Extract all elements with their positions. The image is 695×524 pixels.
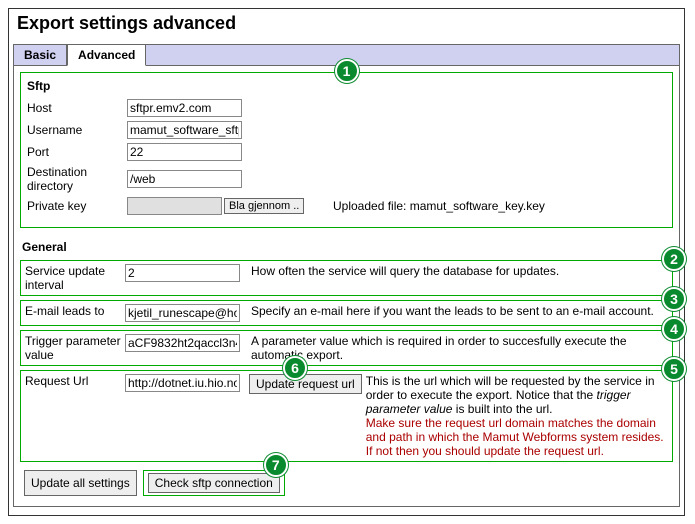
interval-row: Service update interval How often the se… — [20, 260, 673, 296]
leads-input[interactable] — [125, 304, 240, 322]
trigger-row: Trigger parameter value A parameter valu… — [20, 330, 673, 366]
tab-basic[interactable]: Basic — [13, 44, 67, 66]
leads-desc: Specify an e-mail here if you want the l… — [245, 304, 668, 322]
port-input[interactable] — [127, 143, 242, 161]
destination-label: Destination directory — [27, 165, 127, 193]
port-label: Port — [27, 145, 127, 159]
bottom-button-row: Update all settings Check sftp connectio… — [20, 466, 673, 500]
callout-6: 6 — [283, 356, 307, 380]
private-key-file-field[interactable] — [127, 197, 222, 215]
request-url-label: Request Url — [25, 374, 125, 388]
interval-label: Service update interval — [25, 264, 125, 292]
check-sftp-wrap: Check sftp connection 7 — [143, 470, 285, 496]
callout-3: 3 — [662, 287, 686, 311]
uploaded-file-label: Uploaded file: mamut_software_key.key — [327, 199, 666, 213]
private-key-label: Private key — [27, 199, 127, 213]
trigger-input[interactable] — [125, 334, 240, 352]
callout-1: 1 — [335, 59, 359, 83]
host-input[interactable] — [127, 99, 242, 117]
tab-panel-advanced: 1 Sftp Host Username Port Destination di… — [13, 66, 680, 507]
tab-advanced[interactable]: Advanced — [67, 44, 146, 66]
general-heading: General — [20, 236, 673, 260]
destination-input[interactable] — [127, 170, 242, 188]
page-title: Export settings advanced — [9, 9, 684, 44]
callout-5: 5 — [662, 357, 686, 381]
tab-strip-fill — [146, 44, 680, 66]
leads-row: E-mail leads to Specify an e-mail here i… — [20, 300, 673, 326]
request-url-row: Request Url Update request url 6 This is… — [20, 370, 673, 462]
callout-7: 7 — [264, 453, 288, 477]
browse-button[interactable]: Bla gjennom .. — [224, 198, 304, 214]
callout-2: 2 — [662, 247, 686, 271]
callout-4: 4 — [662, 317, 686, 341]
update-request-url-button[interactable]: Update request url — [249, 374, 362, 394]
username-label: Username — [27, 123, 127, 137]
trigger-label: Trigger parameter value — [25, 334, 125, 362]
request-url-desc-2: is built into the url. — [452, 402, 552, 416]
host-label: Host — [27, 101, 127, 115]
leads-label: E-mail leads to — [25, 304, 125, 322]
interval-desc: How often the service will query the dat… — [245, 264, 668, 292]
trigger-desc: A parameter value which is required in o… — [245, 334, 668, 362]
request-url-warning: Make sure the request url domain matches… — [366, 416, 668, 458]
username-input[interactable] — [127, 121, 242, 139]
check-sftp-button[interactable]: Check sftp connection — [148, 473, 280, 493]
interval-input[interactable] — [125, 264, 240, 282]
sftp-section: 1 Sftp Host Username Port Destination di… — [20, 72, 673, 228]
request-url-desc: This is the url which will be requested … — [362, 374, 668, 458]
update-all-settings-button[interactable]: Update all settings — [24, 470, 137, 496]
request-url-input[interactable] — [125, 374, 240, 392]
